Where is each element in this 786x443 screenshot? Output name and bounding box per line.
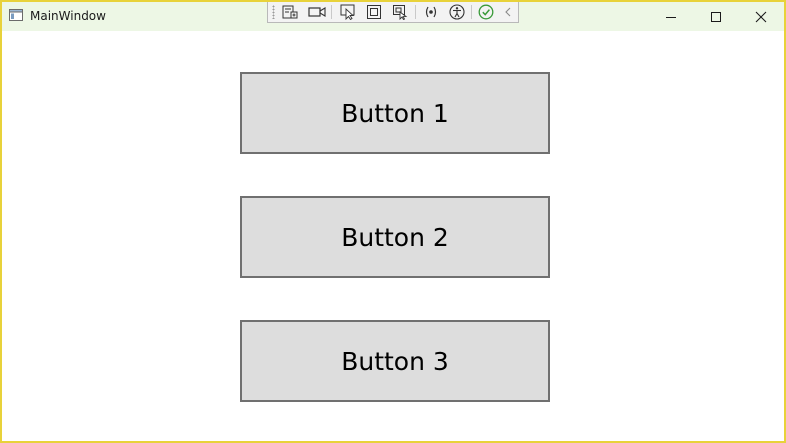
collapse-toolbar-button[interactable]	[501, 4, 515, 20]
select-element-button[interactable]	[339, 4, 357, 20]
close-button[interactable]	[738, 2, 783, 31]
collapse-chevron-icon	[505, 7, 511, 17]
minimize-icon	[665, 16, 676, 18]
toolbar-separator	[471, 5, 472, 19]
select-element-icon	[340, 4, 355, 20]
display-layout-adorners-button[interactable]	[365, 4, 383, 20]
track-focused-element-button[interactable]	[391, 4, 409, 20]
toolbar-separator	[415, 5, 416, 19]
binding-failures-icon	[425, 6, 437, 18]
maximize-button[interactable]	[693, 2, 738, 31]
go-to-live-visual-tree-button[interactable]	[281, 4, 299, 20]
record-button[interactable]	[308, 4, 326, 20]
button-1[interactable]: Button 1	[240, 72, 550, 154]
live-visual-tree-icon	[282, 5, 298, 19]
button-3[interactable]: Button 3	[240, 320, 550, 402]
wpf-debug-toolbar	[267, 2, 519, 23]
binding-failures-button[interactable]	[422, 4, 440, 20]
close-icon	[755, 11, 766, 22]
button-2[interactable]: Button 2	[240, 196, 550, 278]
track-focused-element-icon	[393, 5, 408, 20]
app-window-icon	[9, 9, 23, 21]
accessibility-checker-icon	[449, 4, 465, 20]
window-title: MainWindow	[30, 9, 106, 23]
accessibility-checker-button[interactable]	[448, 4, 466, 20]
toolbar-separator	[331, 5, 332, 19]
checkmark-icon	[478, 4, 494, 20]
display-layout-adorners-icon	[367, 5, 381, 19]
main-window: MainWindow Button 1 Button 2 Button 3	[0, 0, 786, 443]
minimize-button[interactable]	[648, 2, 693, 31]
record-icon	[308, 7, 326, 17]
in-app-selection-toggle[interactable]	[477, 4, 495, 20]
toolbar-grip[interactable]	[272, 5, 275, 19]
maximize-icon	[710, 11, 721, 22]
